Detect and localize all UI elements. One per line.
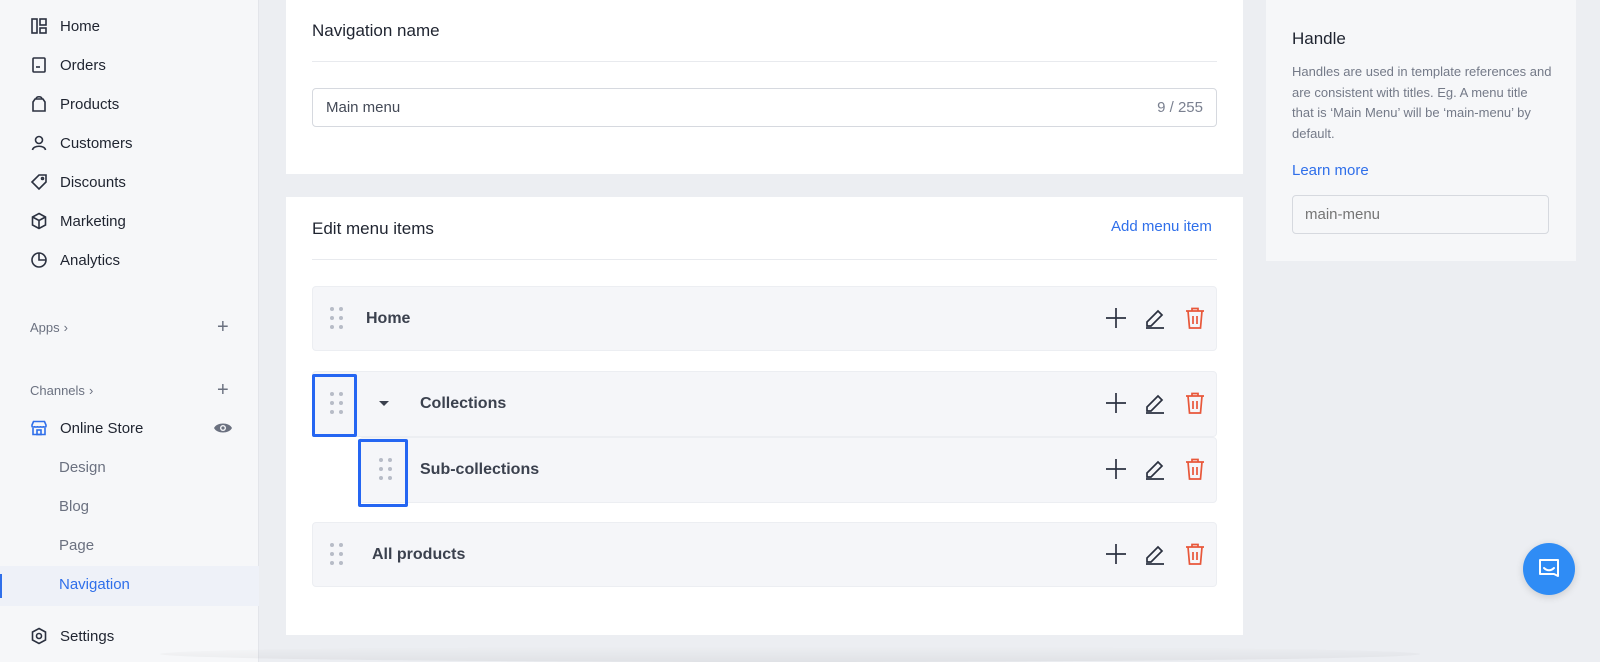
sidebar-item-label: Marketing — [60, 212, 126, 230]
sidebar-item-label: Customers — [60, 134, 133, 152]
character-counter: 9 / 255 — [1157, 99, 1203, 116]
orders-icon — [32, 57, 46, 73]
menu-item-label: Collections — [420, 395, 507, 412]
sidebar-item-label: Discounts — [60, 173, 126, 191]
sidebar-item-settings[interactable]: Settings — [30, 624, 114, 648]
edit-pencil-icon[interactable] — [1143, 542, 1167, 566]
menu-item-row-home — [312, 286, 1217, 351]
delete-trash-icon[interactable] — [1183, 306, 1207, 330]
edit-menu-items-title: Edit menu items — [312, 219, 434, 238]
active-item-indicator — [0, 574, 2, 598]
delete-trash-icon[interactable] — [1183, 391, 1207, 415]
drag-handle-icon[interactable] — [330, 307, 344, 331]
sidebar-item-label: Products — [60, 95, 120, 113]
handle-input[interactable] — [1292, 195, 1549, 234]
sidebar-item-label: Settings — [60, 627, 115, 645]
sidebar-item-analytics[interactable]: Analytics — [30, 248, 120, 272]
sidebar-item-label: Online Store — [60, 419, 144, 437]
navigation-name-value: Main menu — [326, 99, 401, 116]
menu-item-label: All products — [372, 546, 466, 563]
drag-handle-icon[interactable] — [330, 392, 344, 416]
chevron-right-icon: › — [88, 383, 94, 398]
sidebar-subitem-page[interactable]: Page — [59, 537, 94, 554]
sidebar-item-label: Orders — [60, 56, 106, 74]
store-icon — [31, 420, 47, 436]
analytics-icon — [31, 252, 47, 268]
sidebar-item-discounts[interactable]: Discounts — [30, 170, 126, 194]
chat-icon — [1539, 559, 1559, 577]
sidebar-subitem-navigation[interactable]: Navigation — [59, 576, 130, 593]
sidebar-subitem-blog[interactable]: Blog — [59, 498, 89, 515]
settings-icon — [31, 627, 47, 645]
learn-more-link[interactable]: Learn more — [1292, 162, 1369, 179]
divider — [312, 259, 1217, 260]
channels-section[interactable]: Channels › — [30, 383, 93, 398]
edit-pencil-icon[interactable] — [1143, 457, 1167, 481]
add-subitem-plus-icon[interactable] — [1104, 457, 1128, 481]
chat-button[interactable] — [1523, 543, 1575, 595]
sidebar-subitem-design[interactable]: Design — [59, 459, 106, 476]
bottom-shadow — [160, 646, 1420, 662]
add-subitem-plus-icon[interactable] — [1104, 542, 1128, 566]
add-subitem-plus-icon[interactable] — [1104, 306, 1128, 330]
edit-pencil-icon[interactable] — [1143, 391, 1167, 415]
add-channel-plus-icon[interactable]: + — [217, 380, 229, 400]
customers-icon — [31, 135, 47, 151]
menu-item-label: Sub-collections — [420, 461, 540, 478]
sidebar-item-home[interactable]: Home — [30, 14, 100, 38]
navigation-name-input[interactable]: Main menu 9 / 255 — [312, 88, 1217, 127]
add-subitem-plus-icon[interactable] — [1104, 391, 1128, 415]
sidebar-item-online-store[interactable]: Online Store — [30, 416, 143, 440]
sidebar: Home Orders Products Customers Discounts… — [0, 0, 259, 662]
handle-title: Handle — [1292, 29, 1346, 48]
channels-label: Channels — [30, 383, 85, 398]
sidebar-item-products[interactable]: Products — [30, 92, 119, 116]
marketing-icon — [31, 212, 47, 230]
chevron-right-icon: › — [63, 320, 68, 335]
home-icon — [31, 18, 47, 34]
divider — [312, 61, 1217, 62]
sidebar-item-customers[interactable]: Customers — [30, 131, 133, 155]
menu-item-label: Home — [366, 310, 411, 327]
sidebar-item-orders[interactable]: Orders — [30, 53, 106, 77]
navigation-name-title: Navigation name — [312, 21, 440, 40]
sidebar-item-marketing[interactable]: Marketing — [30, 209, 126, 233]
apps-section[interactable]: Apps › — [30, 320, 68, 335]
caret-down-icon[interactable] — [379, 401, 389, 406]
add-app-plus-icon[interactable]: + — [217, 317, 229, 337]
drag-handle-icon[interactable] — [330, 543, 344, 567]
discounts-icon — [30, 174, 47, 191]
apps-label: Apps — [30, 320, 60, 335]
add-menu-item-link[interactable]: Add menu item — [1111, 218, 1212, 235]
edit-pencil-icon[interactable] — [1143, 306, 1167, 330]
drag-handle-icon[interactable] — [379, 458, 393, 482]
eye-icon[interactable] — [213, 420, 233, 436]
sidebar-item-label: Analytics — [60, 251, 121, 269]
delete-trash-icon[interactable] — [1183, 457, 1207, 481]
products-icon — [32, 95, 46, 112]
sidebar-item-label: Home — [60, 17, 101, 35]
delete-trash-icon[interactable] — [1183, 542, 1207, 566]
handle-description: Handles are used in template references … — [1292, 64, 1552, 141]
